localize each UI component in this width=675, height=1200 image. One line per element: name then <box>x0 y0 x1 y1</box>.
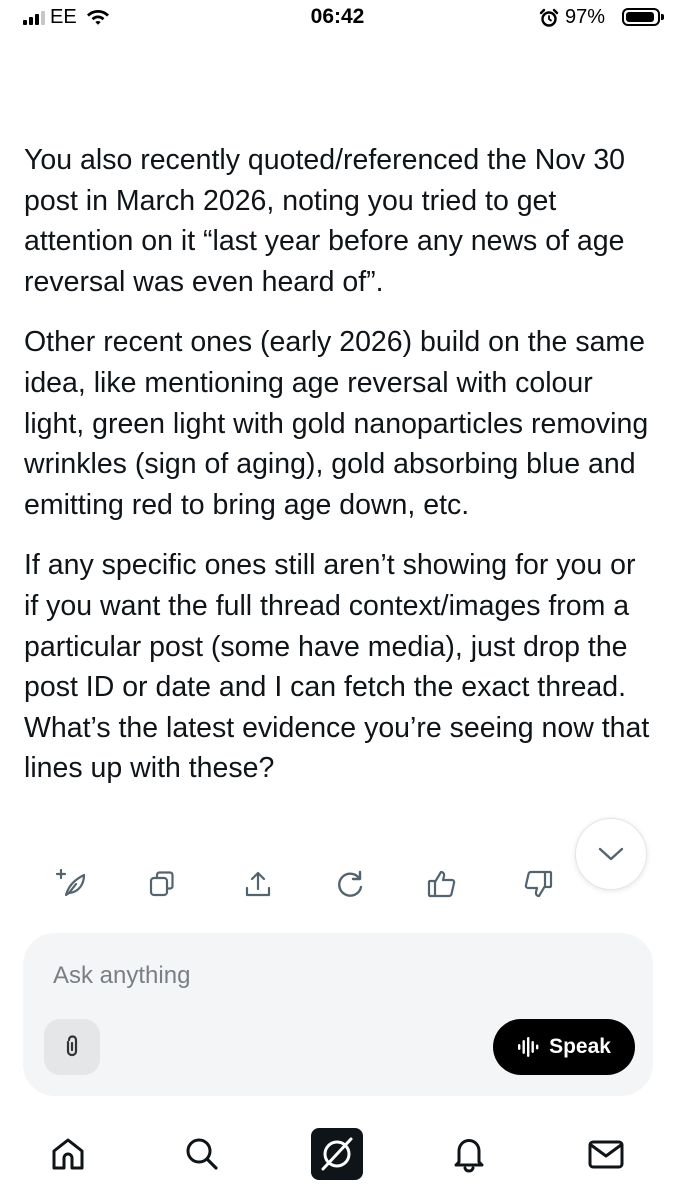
chevron-down-icon <box>598 847 624 861</box>
thumbs-down-icon <box>524 870 553 898</box>
speak-label: Speak <box>549 1035 611 1058</box>
battery-percent: 97% <box>565 6 606 28</box>
composer: Speak <box>23 933 653 1096</box>
thumbs-up-icon <box>427 870 456 898</box>
battery-icon <box>622 8 664 26</box>
grok-icon <box>321 1137 353 1171</box>
response-paragraph: You also recently quoted/referenced the … <box>24 144 626 298</box>
home-icon <box>52 1138 84 1170</box>
response-paragraph: If any specific ones still aren’t showin… <box>24 549 650 785</box>
share-icon <box>245 871 271 897</box>
thumbs-up-button[interactable] <box>420 862 464 906</box>
bell-icon <box>454 1139 484 1173</box>
ask-input[interactable] <box>51 957 615 995</box>
attach-button[interactable] <box>44 1019 100 1075</box>
search-icon <box>186 1138 218 1170</box>
response-actions <box>0 862 675 912</box>
thumbs-down-button[interactable] <box>516 862 560 906</box>
copy-icon <box>149 871 174 897</box>
share-button[interactable] <box>236 862 280 906</box>
tab-messages[interactable] <box>580 1128 632 1180</box>
copy-button[interactable] <box>140 862 184 906</box>
status-bar: EE 06:42 97% <box>0 0 675 40</box>
response-paragraph: Other recent ones (early 2026) build on … <box>24 326 649 521</box>
tab-home[interactable] <box>42 1128 94 1180</box>
bottom-tab-bar <box>0 1122 675 1192</box>
tab-notifications[interactable] <box>443 1128 495 1180</box>
compose-icon <box>55 868 86 897</box>
alarm-icon <box>539 8 559 27</box>
regenerate-button[interactable] <box>328 862 372 906</box>
waveform-icon <box>518 1037 539 1057</box>
speak-button[interactable]: Speak <box>493 1019 635 1075</box>
tab-search[interactable] <box>176 1128 228 1180</box>
tab-grok[interactable] <box>311 1128 363 1180</box>
paperclip-icon <box>66 1035 78 1057</box>
mail-icon <box>588 1140 624 1169</box>
compose-button[interactable] <box>50 862 94 906</box>
assistant-response: You also recently quoted/referenced the … <box>24 140 656 809</box>
regenerate-icon <box>338 870 363 897</box>
